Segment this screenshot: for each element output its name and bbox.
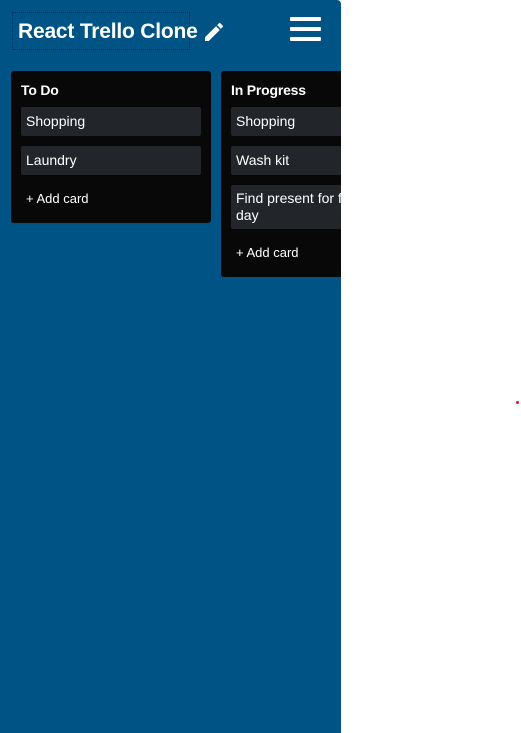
list-to-do: To Do Shopping Laundry + Add card: [11, 71, 211, 223]
pencil-icon[interactable]: [202, 20, 226, 44]
add-card-button[interactable]: + Add card: [21, 185, 201, 213]
board-container: React Trello Clone To Do Shopping Laundr…: [0, 0, 341, 733]
board-header: React Trello Clone: [0, 0, 341, 62]
card[interactable]: Laundry: [21, 146, 201, 175]
card[interactable]: Shopping: [21, 107, 201, 136]
menu-bar: [290, 17, 321, 21]
list-title[interactable]: To Do: [21, 81, 201, 99]
hamburger-menu-icon[interactable]: [290, 15, 322, 43]
card[interactable]: Shopping: [231, 107, 341, 136]
menu-bar: [290, 37, 321, 41]
board-title[interactable]: React Trello Clone: [12, 12, 198, 50]
menu-bar: [290, 27, 321, 31]
list-in-progress: In Progress Shopping Wash kit Find prese…: [221, 71, 341, 277]
card[interactable]: Find present for f day: [231, 185, 341, 229]
add-card-button[interactable]: + Add card: [231, 239, 341, 267]
red-dot: [516, 401, 519, 404]
list-title[interactable]: In Progress: [231, 81, 341, 99]
card[interactable]: Wash kit: [231, 146, 341, 175]
